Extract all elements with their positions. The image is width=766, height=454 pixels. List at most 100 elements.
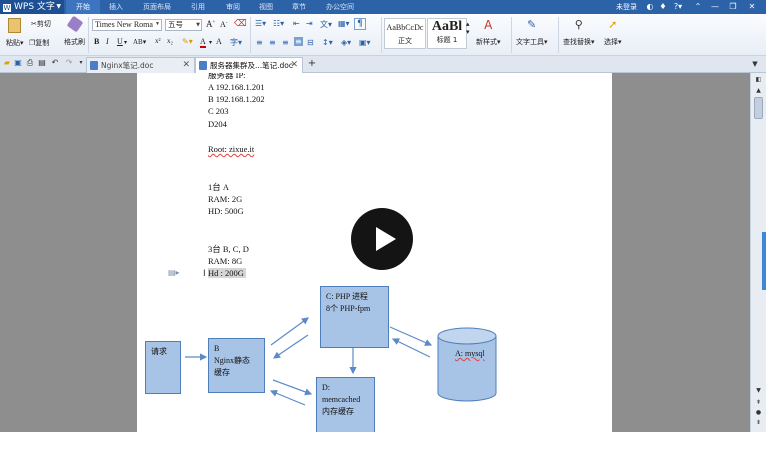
chevron-down-icon: ▼ [196,22,200,28]
char-shading-button[interactable]: A [216,37,222,46]
scroll-down-icon[interactable]: ▼ [753,386,764,396]
strikethrough-button[interactable]: AB▾ [133,38,146,46]
close-tab-icon[interactable]: ✕ [290,58,298,73]
numbered-list-button[interactable]: ☷▾ [273,19,284,28]
redo-icon[interactable]: ↷ [64,58,74,68]
tab-list-icon[interactable]: ▼ [750,59,760,69]
borders-button[interactable]: ▣▾ [359,38,371,47]
superscript-button[interactable]: x² [155,37,161,45]
bullet-list-button[interactable]: ☰▾ [255,19,266,28]
style-gallery-scroll[interactable]: ▴ ▾ [466,20,470,36]
play-icon [376,227,396,251]
subscript-button[interactable]: x₂ [167,37,173,45]
scrollbar-thumb[interactable] [754,97,763,119]
shrink-font-button[interactable]: A- [220,20,227,29]
quick-access-dropdown-icon[interactable]: ▾ [76,58,86,68]
chinese-layout-button[interactable]: 文▾ [320,19,332,30]
tab-review[interactable]: 审阅 [218,0,248,14]
show-marks-button[interactable]: ¶ [354,18,366,30]
font-name-value: Times New Roma [95,20,153,29]
chevron-down-icon[interactable]: ▾ [124,39,127,46]
select-button[interactable]: ➚ 选择▾ [604,18,622,47]
tab-insert[interactable]: 插入 [100,0,132,14]
text-tools-button[interactable]: ✎ 文字工具▾ [516,18,548,47]
cut-label: 剪切 [36,20,51,28]
chevron-down-icon: ▼ [56,3,61,10]
server-d-box: D: memcached 内存缓存 [316,377,375,432]
phonetic-guide-button[interactable]: 字▾ [230,37,242,48]
shading-button[interactable]: ◈▾ [341,38,351,47]
ribbon-divider [511,17,512,53]
new-tab-icon[interactable]: + [307,59,317,69]
app-title: WPS 文字 [14,2,55,12]
table-border-button[interactable]: ▦▾ [338,19,350,28]
save-icon[interactable]: ▣ [13,58,23,68]
new-style-icon: A [484,18,493,32]
login-status[interactable]: 未登录 [616,0,637,14]
help-icon[interactable]: ?▾ [670,0,686,14]
paste-button[interactable]: 粘贴▾ [6,18,24,48]
bold-button[interactable]: B [94,37,99,46]
undo-icon[interactable]: ↶ [50,58,60,68]
tab-view[interactable]: 视图 [251,0,281,14]
tab-chapter[interactable]: 章节 [284,0,314,14]
format-painter-button[interactable]: 格式刷 [64,15,85,47]
collapse-ribbon-icon[interactable]: ⌃ [692,0,704,14]
select-browse-object-icon[interactable]: ● [753,408,764,418]
brush-icon [66,15,84,33]
highlight-color-button[interactable]: ✎▾ [182,37,193,46]
font-name-select[interactable]: Times New Roma ▼ [92,19,162,31]
previous-page-icon[interactable]: ⇞ [753,398,764,408]
print-preview-icon[interactable]: ▤ [37,58,47,68]
find-replace-button[interactable]: ⚲ 查找替换▾ [563,18,595,47]
decrease-indent-button[interactable]: ⇤ [293,19,300,28]
title-bar: W WPS 文字 ▼ 开始 插入 页面布局 引用 审阅 视图 章节 办公空间 未登录… [0,0,766,14]
panel-toggle-icon[interactable]: ◧ [753,75,764,85]
distribute-button[interactable]: ⊟ [307,38,314,47]
font-size-select[interactable]: 五号 ▼ [165,19,202,31]
tab-home[interactable]: 开始 [66,0,100,14]
clear-format-icon[interactable]: ⌫ [234,19,247,29]
next-page-icon[interactable]: ⇟ [753,418,764,428]
font-color-button[interactable]: A [200,37,206,48]
underline-button[interactable]: U [117,37,123,46]
wps-app-menu-button[interactable]: W WPS 文字 ▼ [0,0,64,14]
new-style-button[interactable]: A 新样式▾ [476,18,501,47]
line-spacing-button[interactable]: ↕▾ [322,38,333,47]
select-label: 选择 [604,38,618,46]
ribbon-divider [381,17,382,53]
open-folder-icon[interactable]: ▰ [2,58,12,68]
ribbon-toolbar: 粘贴▾ ✂剪切 ❐复制 格式刷 Times New Roma ▼ 五号 ▼ A+ A… [0,14,766,56]
doc-tab-nginx-notes[interactable]: Nginx笔记.doc ✕ [86,57,195,73]
format-painter-label: 格式刷 [64,38,85,46]
copy-button[interactable]: ❐复制 [29,38,49,48]
justify-button[interactable]: ≡ [294,37,303,46]
font-size-value: 五号 [168,20,183,29]
minimize-icon[interactable]: — [709,0,721,14]
close-icon[interactable]: ✕ [746,0,758,14]
close-tab-icon[interactable]: ✕ [182,58,190,73]
scroll-up-icon[interactable]: ▲ [753,86,764,96]
italic-button[interactable]: I [106,37,109,46]
side-panel-edge[interactable] [762,232,766,290]
shirt-icon[interactable]: ♦ [657,0,669,14]
doc-icon [199,61,207,70]
skin-icon[interactable]: ◐ [644,0,656,14]
align-right-button[interactable]: ≡ [282,38,289,47]
style-heading-1[interactable]: AaBl 标题 1 [427,18,467,49]
align-center-button[interactable]: ≡ [269,38,276,47]
print-icon[interactable]: ⎙ [25,58,35,68]
restore-icon[interactable]: ❐ [727,0,739,14]
doc-tab-cluster-notes[interactable]: 服务器集群及...笔记.doc ✕ [195,57,303,73]
increase-indent-button[interactable]: ⇥ [306,19,313,28]
cut-button[interactable]: ✂剪切 [31,19,51,29]
chevron-down-icon[interactable]: ▾ [209,39,212,46]
align-left-button[interactable]: ≡ [256,38,263,47]
grow-font-button[interactable]: A+ [206,19,215,29]
tab-references[interactable]: 引用 [183,0,213,14]
style-normal[interactable]: AaBbCcDc 正文 [384,18,426,49]
tab-office-space[interactable]: 办公空间 [318,0,362,14]
play-button[interactable] [351,208,413,270]
style-heading-1-label: 标题 1 [436,36,458,44]
tab-page-layout[interactable]: 页面布局 [136,0,178,14]
